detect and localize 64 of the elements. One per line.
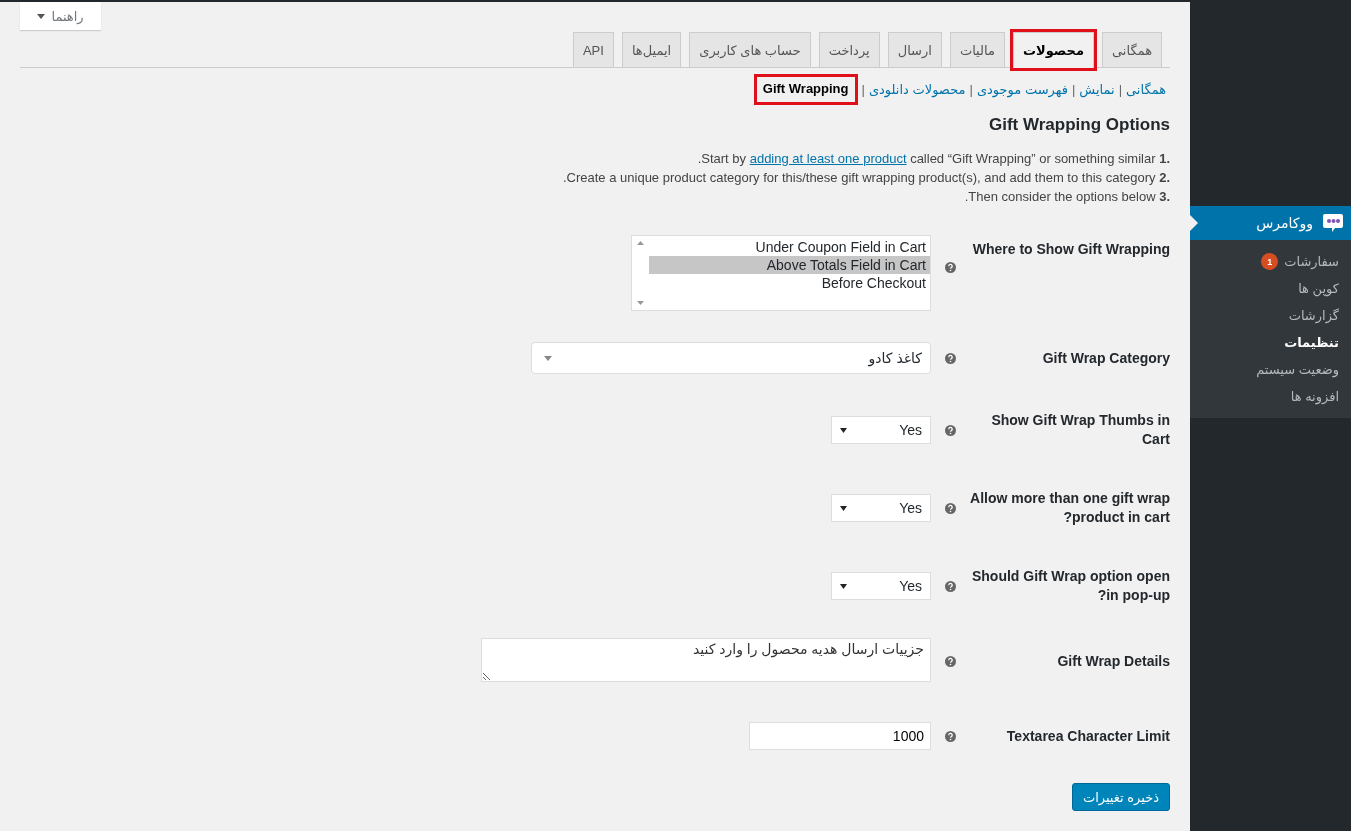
count-badge: 1 bbox=[1261, 253, 1279, 270]
help-button[interactable]: راهنما bbox=[20, 2, 101, 30]
dropdown-select[interactable]: Yes bbox=[831, 416, 931, 444]
subsection-link[interactable]: محصولات دانلودی bbox=[868, 81, 966, 97]
instruction-text: .Then consider the options below 3. bbox=[963, 189, 1170, 205]
field-label: Allow more than one gift wrap product in cart? bbox=[969, 489, 1170, 527]
help-icon[interactable] bbox=[945, 262, 956, 273]
help-icon[interactable] bbox=[945, 424, 956, 436]
help-icon[interactable] bbox=[945, 502, 956, 514]
caret-icon bbox=[840, 505, 847, 511]
help-icon[interactable] bbox=[945, 655, 956, 667]
submenu-item[interactable]: کوپن ها bbox=[1190, 275, 1351, 302]
settings-tab[interactable]: ایمیل‌ها bbox=[621, 32, 682, 67]
list-option[interactable]: Under Coupon Field in Cart bbox=[649, 238, 930, 256]
pointer-icon bbox=[1190, 215, 1198, 231]
dropdown-select[interactable]: Yes bbox=[831, 572, 931, 600]
list-option[interactable]: Above Totals Field in Cart bbox=[649, 256, 930, 274]
help-icon[interactable] bbox=[945, 580, 956, 592]
submenu-item[interactable]: افزونه ها bbox=[1190, 383, 1351, 410]
caret-icon bbox=[544, 355, 552, 361]
sidebar-menu-item[interactable]: ووکامرس bbox=[1190, 206, 1351, 240]
section-heading: Gift Wrapping Options bbox=[988, 115, 1170, 135]
field-label: Where to Show Gift Wrapping bbox=[971, 240, 1170, 259]
subsection-link[interactable]: فهرست موجودی bbox=[976, 81, 1068, 97]
speech-bubble-icon bbox=[1323, 214, 1343, 232]
separator-text: | bbox=[1071, 81, 1076, 97]
scroll-up-icon[interactable] bbox=[637, 241, 644, 245]
field-label: Gift Wrap Details bbox=[1056, 651, 1170, 671]
separator-text: | bbox=[1118, 81, 1123, 97]
settings-tab[interactable]: حساب های کاربری bbox=[689, 32, 811, 67]
field-label: Gift Wrap Category bbox=[1041, 348, 1170, 368]
field-label: Show Gift Wrap Thumbs in Cart bbox=[990, 411, 1170, 449]
subsection-link[interactable]: Gift Wrapping bbox=[753, 73, 858, 105]
settings-tab[interactable]: مالیات bbox=[949, 32, 1005, 67]
settings-tab[interactable]: محصولات bbox=[1012, 32, 1095, 68]
field-label: Should Gift Wrap option open in pop-up? bbox=[970, 567, 1170, 605]
dropdown-select[interactable]: Yes bbox=[831, 494, 931, 522]
submenu-item[interactable]: وضعیت سیستم bbox=[1190, 356, 1351, 383]
instruction-text: .Start by adding at least one product called “Gift Wrapping” or something similar 1. bbox=[696, 151, 1170, 167]
subsection-link[interactable]: نمایش bbox=[1079, 81, 1115, 97]
product-link[interactable]: adding at least one product bbox=[749, 151, 907, 166]
settings-tab[interactable]: پرداخت bbox=[818, 32, 880, 67]
details-textarea[interactable]: جزییات ارسال هدیه محصول را وارد کنید bbox=[481, 637, 931, 682]
caret-icon bbox=[840, 583, 847, 589]
field-label: Textarea Character Limit bbox=[1005, 726, 1170, 746]
caret-icon bbox=[37, 13, 46, 19]
caret-icon bbox=[840, 427, 847, 433]
save-button[interactable]: ذخیره تغییرات bbox=[1071, 783, 1170, 811]
category-select[interactable]: کاغذ کادو bbox=[531, 342, 931, 374]
help-icon[interactable] bbox=[945, 730, 956, 742]
submenu-item[interactable]: تنظیمات bbox=[1190, 329, 1351, 356]
options-listbox[interactable]: Under Coupon Field in Cart Above Totals Field in Cart Before Checkout bbox=[631, 235, 931, 311]
submenu-item[interactable]: گزارشات bbox=[1190, 302, 1351, 329]
settings-tab[interactable]: API bbox=[572, 32, 614, 67]
separator-text: | bbox=[969, 81, 973, 97]
settings-tab[interactable]: همگانی bbox=[1102, 32, 1162, 67]
separator-text: | bbox=[861, 81, 865, 97]
number-input[interactable]: 1000 bbox=[749, 722, 931, 750]
help-icon[interactable] bbox=[945, 352, 956, 364]
subsection-link[interactable]: همگانی bbox=[1126, 81, 1166, 97]
scroll-down-icon[interactable] bbox=[637, 301, 644, 305]
instruction-text: .Create a unique product category for this/these gift wrapping product(s), and add them to this category 2. bbox=[561, 170, 1170, 186]
settings-tab[interactable]: ارسال bbox=[887, 32, 942, 67]
list-option[interactable]: Before Checkout bbox=[649, 274, 930, 292]
